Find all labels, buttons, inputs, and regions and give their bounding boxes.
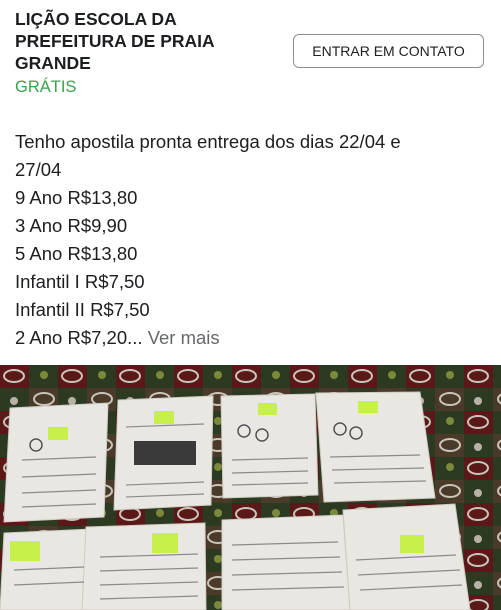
description-line: Tenho apostila pronta entrega dos dias 2… — [15, 131, 401, 152]
listing-description: Tenho apostila pronta entrega dos dias 2… — [15, 128, 493, 352]
listing-title-line3: GRANDE — [15, 53, 91, 73]
description-line: Infantil II R$7,50 — [15, 299, 150, 320]
listing-title-line2: PREFEITURA DE PRAIA — [15, 31, 215, 51]
listing-header: LIÇÃO ESCOLA DA PREFEITURA DE PRAIA GRAN… — [0, 0, 501, 110]
listing-title: LIÇÃO ESCOLA DA PREFEITURA DE PRAIA GRAN… — [15, 8, 285, 74]
description-line: 9 Ano R$13,80 — [15, 187, 138, 208]
description-line-text: 2 Ano R$7,20... — [15, 327, 143, 348]
contact-button[interactable]: ENTRAR EM CONTATO — [293, 34, 484, 68]
description-line-last: 2 Ano R$7,20... Ver mais — [15, 324, 493, 352]
listing-title-line1: LIÇÃO ESCOLA DA — [15, 9, 177, 29]
photo-worksheets-icon — [0, 365, 501, 610]
see-more-link[interactable]: Ver mais — [148, 327, 220, 348]
listing-price: GRÁTIS — [15, 78, 77, 96]
description-line: 27/04 — [15, 159, 62, 180]
description-line: Infantil I R$7,50 — [15, 271, 145, 292]
description-line: 5 Ano R$13,80 — [15, 243, 138, 264]
listing-photo[interactable] — [0, 365, 501, 610]
description-line: 3 Ano R$9,90 — [15, 215, 128, 236]
